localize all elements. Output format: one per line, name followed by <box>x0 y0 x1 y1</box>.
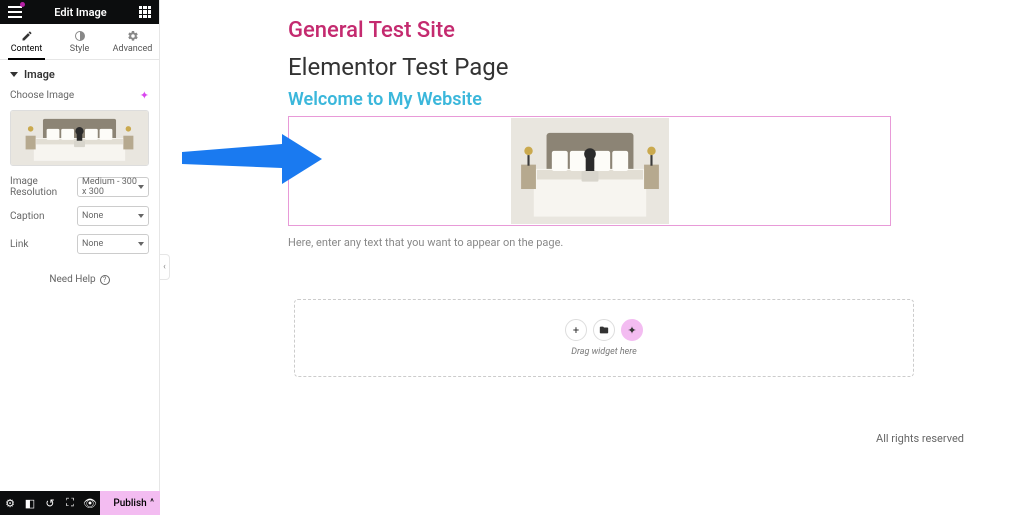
dropzone-buttons: + ✦ <box>565 319 643 341</box>
editor-canvas: General Test Site Elementor Test Page We… <box>170 0 1024 515</box>
add-template-button[interactable] <box>593 319 615 341</box>
bottom-toolbar: ⚙ ◧ ↺ ⛶ 👁 Publish ^ <box>0 491 160 515</box>
publish-label: Publish <box>113 498 146 509</box>
caption-value: None <box>82 211 103 221</box>
link-row: Link None <box>10 234 149 254</box>
heading-widget[interactable]: Welcome to My Website <box>288 89 964 110</box>
caption-select[interactable]: None <box>77 206 149 226</box>
tab-style-label: Style <box>70 44 90 54</box>
link-select[interactable]: None <box>77 234 149 254</box>
choose-image-label: Choose Image <box>10 90 140 101</box>
tab-advanced-label: Advanced <box>113 44 153 54</box>
chevron-down-icon <box>138 242 144 246</box>
resolution-select[interactable]: Medium - 300 x 300 <box>77 177 149 197</box>
collapse-panel-handle[interactable]: ‹ <box>160 254 170 280</box>
choose-image-row: Choose Image ✦ <box>10 89 149 102</box>
hamburger-menu-icon[interactable] <box>8 5 22 19</box>
image-widget-selected[interactable] <box>288 116 891 226</box>
chevron-down-icon <box>10 72 18 77</box>
settings-icon[interactable]: ⚙ <box>0 491 20 515</box>
help-icon: ? <box>100 275 110 285</box>
link-value: None <box>82 239 103 249</box>
caption-label: Caption <box>10 211 77 222</box>
footer-text: All rights reserved <box>876 432 964 445</box>
caption-row: Caption None <box>10 206 149 226</box>
link-label: Link <box>10 239 77 250</box>
sidebar-title: Edit Image <box>54 6 106 19</box>
folder-icon <box>599 325 609 335</box>
panel-tabs: Content Style Advanced <box>0 24 159 60</box>
page-title: Elementor Test Page <box>288 53 964 81</box>
gear-icon <box>127 30 139 42</box>
editor-sidebar: Edit Image Content Style Advanced Image … <box>0 0 160 515</box>
bedroom-thumbnail-image <box>11 111 148 165</box>
section-title: Image <box>24 68 55 81</box>
tab-content-label: Content <box>11 44 43 54</box>
tab-content[interactable]: Content <box>0 24 53 59</box>
resolution-label: Image Resolution <box>10 176 77 198</box>
navigator-icon[interactable]: ◧ <box>20 491 40 515</box>
empty-section-dropzone[interactable]: + ✦ Drag widget here <box>294 299 914 377</box>
chevron-down-icon <box>138 214 144 218</box>
section-image-header[interactable]: Image <box>0 60 159 89</box>
history-icon[interactable]: ↺ <box>40 491 60 515</box>
ai-builder-button[interactable]: ✦ <box>621 319 643 341</box>
chevron-down-icon <box>138 185 144 189</box>
pencil-icon <box>21 30 33 42</box>
bedroom-image <box>511 118 669 224</box>
tab-advanced[interactable]: Advanced <box>106 24 159 59</box>
content-panel: Choose Image ✦ Ima <box>0 89 159 295</box>
dropzone-hint: Drag widget here <box>571 347 637 357</box>
tab-style[interactable]: Style <box>53 24 106 59</box>
sidebar-header: Edit Image <box>0 0 159 24</box>
add-section-button[interactable]: + <box>565 319 587 341</box>
publish-button[interactable]: Publish ^ <box>100 491 160 515</box>
image-thumbnail[interactable] <box>10 110 149 166</box>
responsive-icon[interactable]: ⛶ <box>60 491 80 515</box>
text-editor-widget[interactable]: Here, enter any text that you want to ap… <box>288 236 964 249</box>
notification-dot <box>20 2 25 7</box>
chevron-up-icon[interactable]: ^ <box>150 498 154 508</box>
resolution-row: Image Resolution Medium - 300 x 300 <box>10 176 149 198</box>
ai-sparkle-icon[interactable]: ✦ <box>140 89 149 102</box>
preview-icon[interactable]: 👁 <box>80 491 100 515</box>
resolution-value: Medium - 300 x 300 <box>82 177 138 197</box>
toolbar-icons: ⚙ ◧ ↺ ⛶ 👁 <box>0 491 100 515</box>
need-help-link[interactable]: Need Help ? <box>10 274 149 285</box>
need-help-label: Need Help <box>49 274 95 285</box>
widgets-grid-icon[interactable] <box>139 6 151 18</box>
style-icon <box>74 30 86 42</box>
site-title: General Test Site <box>288 18 964 43</box>
